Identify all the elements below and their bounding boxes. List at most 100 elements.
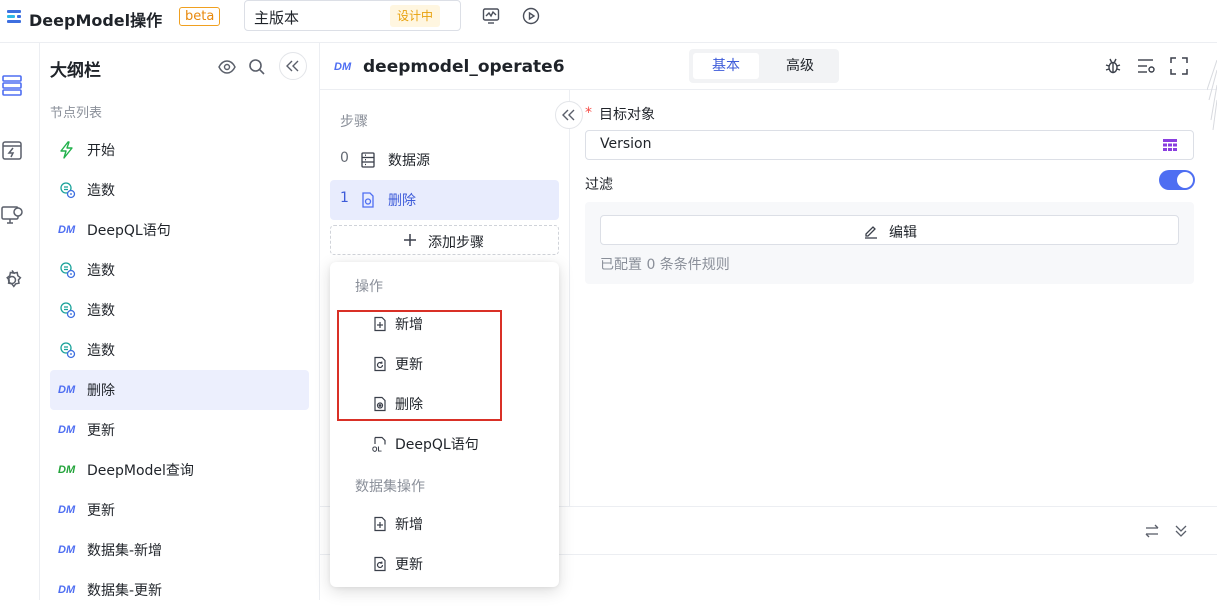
step-number: 0: [340, 150, 349, 166]
filter-label: 过滤: [585, 177, 613, 193]
outline-node[interactable]: DM 更新: [50, 410, 309, 450]
run-icon[interactable]: [521, 6, 541, 26]
collapse-down-icon[interactable]: [1173, 523, 1189, 539]
toggle-knob: [1177, 172, 1193, 188]
ql-icon: QL: [372, 436, 388, 452]
dm-icon: DM: [334, 58, 354, 74]
step-number: 1: [340, 190, 349, 206]
menu-item-label: DeepQL语句: [395, 437, 479, 453]
filter-toggle[interactable]: [1159, 170, 1195, 190]
database-icon: [359, 151, 377, 169]
monitor-icon[interactable]: [481, 6, 501, 26]
outline-node-label: DeepModel查询: [87, 463, 194, 479]
outline-node-label: 造数: [87, 183, 115, 199]
plus-icon: [403, 233, 417, 247]
settings-icon[interactable]: [0, 268, 24, 292]
svg-text:DM: DM: [58, 224, 76, 236]
edit-icon: [863, 223, 879, 239]
menu-item-label: 更新: [395, 557, 423, 573]
outline-node[interactable]: DM DeepModel查询: [50, 450, 309, 490]
event-icon[interactable]: [0, 138, 24, 162]
collapse-outline-button[interactable]: [279, 52, 307, 80]
highlight-annotation: [337, 310, 502, 421]
step-item-delete[interactable]: 1 删除: [330, 180, 559, 220]
svg-text:DM: DM: [58, 424, 76, 436]
dm-icon: DM: [58, 501, 76, 519]
data-gen-icon: [58, 181, 76, 199]
top-bar: DeepModel操作 beta 主版本 设计中: [0, 0, 1217, 43]
version-selector[interactable]: 主版本 设计中: [244, 0, 461, 31]
svg-text:QL: QL: [372, 447, 382, 453]
menu-group-operations: 操作: [355, 279, 383, 295]
svg-text:DM: DM: [58, 384, 76, 396]
dm-icon: DM: [58, 421, 76, 439]
dm-query-icon: DM: [58, 461, 76, 479]
file-plus-icon: [372, 516, 388, 532]
monitor-settings-icon[interactable]: [0, 203, 24, 227]
steps-label: 步骤: [340, 114, 368, 130]
outline-node[interactable]: DM DeepQL语句: [50, 210, 309, 250]
outline-node[interactable]: 造数: [50, 290, 309, 330]
target-object-value: Version: [600, 136, 652, 152]
outline-icon[interactable]: [0, 73, 24, 97]
beta-badge: beta: [179, 7, 221, 26]
step-item-datasource[interactable]: 0 数据源: [330, 140, 559, 180]
tab-advanced[interactable]: 高级: [767, 53, 833, 79]
debug-icon[interactable]: [1103, 56, 1123, 76]
dm-icon: DM: [58, 541, 76, 559]
fullscreen-icon[interactable]: [1169, 56, 1189, 76]
outline-node-label: 造数: [87, 343, 115, 359]
menu-item-deepql[interactable]: QL DeepQL语句: [370, 428, 540, 460]
step-label: 数据源: [388, 153, 430, 169]
dm-icon: DM: [58, 381, 76, 399]
tab-basic[interactable]: 基本: [693, 53, 759, 79]
svg-text:DM: DM: [58, 464, 76, 476]
svg-text:DM: DM: [58, 584, 76, 596]
outline-panel: 大纲栏 节点列表 开始 造数 DM DeepQL语句 造数 造数 造数 DM 删除 DM 更新 DM D…: [40, 43, 320, 600]
node-list-label: 节点列表: [50, 106, 103, 121]
outline-node-label: 数据集-更新: [87, 583, 163, 599]
outline-node-label: 造数: [87, 263, 115, 279]
outline-node-label: 删除: [87, 383, 115, 399]
edit-button[interactable]: 编辑: [600, 215, 1179, 245]
outline-node[interactable]: DM 数据集-更新: [50, 570, 309, 610]
outline-node[interactable]: DM 更新: [50, 490, 309, 530]
outline-node-label: 造数: [87, 303, 115, 319]
outline-node-label: DeepQL语句: [87, 223, 171, 239]
outline-node-label: 数据集-新增: [87, 543, 163, 559]
data-gen-icon: [58, 261, 76, 279]
menu-item-dataset-create[interactable]: 新增: [370, 508, 540, 540]
rules-count-text: 已配置 0 条条件规则: [600, 257, 730, 273]
target-object-label: 目标对象: [599, 107, 655, 123]
svg-text:DM: DM: [58, 504, 76, 516]
list-settings-icon[interactable]: [1136, 56, 1156, 76]
outline-node[interactable]: 开始: [50, 130, 309, 170]
menu-group-dataset: 数据集操作: [355, 479, 425, 495]
eye-icon[interactable]: [217, 57, 237, 77]
outline-node[interactable]: DM 数据集-新增: [50, 530, 309, 570]
menu-item-dataset-update[interactable]: 更新: [370, 548, 540, 580]
edge-decoration: [1207, 60, 1217, 130]
search-icon[interactable]: [247, 57, 267, 77]
outline-node-label: 开始: [87, 143, 115, 159]
tab-bar: 基本 高级: [689, 49, 839, 83]
outline-node[interactable]: 造数: [50, 250, 309, 290]
add-step-button[interactable]: 添加步骤: [330, 225, 559, 255]
table-icon[interactable]: [1163, 139, 1177, 151]
outline-node[interactable]: 造数: [50, 170, 309, 210]
svg-text:DM: DM: [58, 544, 76, 556]
app-logo-icon: [5, 8, 23, 26]
outline-node[interactable]: 造数: [50, 330, 309, 370]
file-delete-icon: [359, 191, 377, 209]
filter-box: 编辑 已配置 0 条条件规则: [585, 202, 1194, 284]
target-object-select[interactable]: Version: [585, 130, 1194, 160]
main-header: DM deepmodel_operate6 基本 高级: [320, 43, 1217, 90]
svg-text:DM: DM: [334, 61, 352, 73]
outline-node[interactable]: DM 删除: [50, 370, 309, 410]
outline-node-label: 更新: [87, 503, 115, 519]
data-gen-icon: [58, 341, 76, 359]
app-title: DeepModel操作: [29, 11, 163, 30]
required-mark: *: [585, 105, 592, 121]
swap-icon[interactable]: [1144, 523, 1160, 539]
left-rail: [0, 43, 40, 600]
